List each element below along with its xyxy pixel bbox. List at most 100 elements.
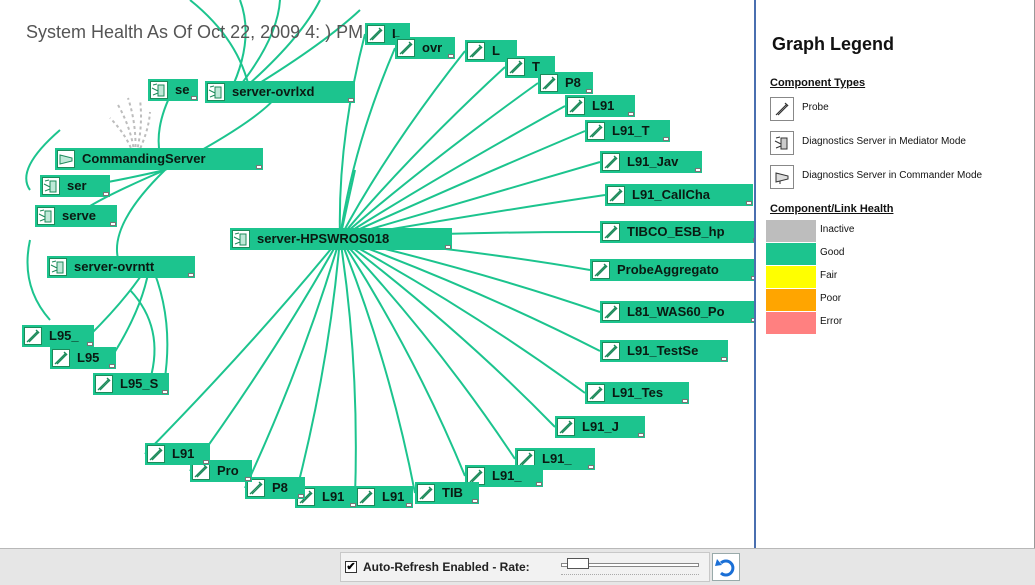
health-heading: Component/Link Health — [770, 203, 894, 215]
auto-refresh-checkbox[interactable]: ✔ — [345, 561, 357, 573]
graph-link — [338, 33, 366, 239]
collapse-toggle[interactable] — [191, 96, 197, 100]
graph-link — [234, 0, 281, 93]
graph-node-commander[interactable]: CommandingServer — [55, 148, 263, 170]
collapse-toggle[interactable] — [536, 482, 542, 486]
collapse-toggle[interactable] — [445, 245, 451, 249]
graph-node-label: server-ovrlxd — [232, 84, 315, 99]
graph-node-probe[interactable]: TIB — [415, 482, 479, 504]
health-label: Inactive — [820, 224, 855, 235]
probe-icon — [467, 42, 485, 60]
graph-node-probe[interactable]: L91_T — [585, 120, 670, 142]
collapse-toggle[interactable] — [472, 499, 478, 503]
graph-node-label: L91_J — [582, 419, 619, 434]
graph-node-label: serve — [62, 208, 96, 223]
collapse-toggle[interactable] — [628, 112, 634, 116]
collapse-toggle[interactable] — [586, 89, 592, 93]
auto-refresh-controls: ✔ Auto-Refresh Enabled - Rate: — [340, 552, 710, 582]
graph-node-probe[interactable]: TIBCO_ESB_hp — [600, 221, 754, 243]
health-swatch — [766, 312, 816, 334]
graph-node-probe[interactable]: ProbeAggregato — [590, 259, 754, 281]
graph-node-mediator[interactable]: se — [148, 79, 198, 101]
collapse-toggle[interactable] — [162, 390, 168, 394]
graph-node-probe[interactable]: L91_Jav — [600, 151, 702, 173]
graph-node-label: L91_ — [492, 468, 522, 483]
graph-node-label: L91_T — [612, 123, 650, 138]
collapse-toggle[interactable] — [350, 503, 356, 507]
topology-graph-panel[interactable]: System Health As Of Oct 22, 2009 4: ) PM… — [0, 0, 756, 548]
collapse-toggle[interactable] — [663, 137, 669, 141]
health-swatch — [766, 243, 816, 265]
collapse-toggle[interactable] — [103, 192, 109, 196]
graph-node-label: L — [492, 43, 500, 58]
probe-icon — [357, 488, 375, 506]
graph-node-label: L91 — [592, 98, 615, 113]
graph-node-mediator[interactable]: ser — [40, 175, 110, 197]
collapse-toggle[interactable] — [188, 273, 194, 277]
health-swatch — [766, 220, 816, 242]
collapse-toggle[interactable] — [721, 357, 727, 361]
graph-link — [339, 237, 556, 428]
graph-link — [116, 169, 166, 268]
graph-node-probe[interactable]: L91_TestSe — [600, 340, 728, 362]
graph-node-label: ovr — [422, 40, 443, 55]
graph-node-probe[interactable]: L91 — [145, 443, 210, 465]
graph-node-label: CommandingServer — [82, 151, 206, 166]
refresh-button[interactable] — [712, 553, 740, 581]
collapse-toggle[interactable] — [746, 201, 752, 205]
graph-node-probe[interactable]: L91_Tes — [585, 382, 689, 404]
probe-icon — [24, 327, 42, 345]
collapse-toggle[interactable] — [298, 494, 304, 498]
probe-icon — [540, 74, 558, 92]
graph-node-label: server-HPSWROS018 — [257, 231, 390, 246]
graph-node-label: server-ovrntt — [74, 259, 155, 274]
graph-node-probe[interactable]: P8 — [538, 72, 593, 94]
graph-node-probe[interactable]: L95_S — [93, 373, 169, 395]
graph-node-probe[interactable]: L81_WAS60_Po — [600, 301, 754, 323]
collapse-toggle[interactable] — [448, 54, 454, 58]
collapse-toggle[interactable] — [245, 477, 251, 481]
graph-node-probe[interactable]: L91_CallCha — [605, 184, 753, 206]
collapse-toggle[interactable] — [406, 503, 412, 507]
probe-icon — [602, 223, 620, 241]
graph-node-mediator[interactable]: serve — [35, 205, 117, 227]
graph-node-label: L91 — [322, 489, 345, 504]
slider-ticks — [561, 574, 699, 580]
graph-node-label: L91_Tes — [612, 385, 664, 400]
graph-node-label: Pro — [217, 463, 239, 478]
slider-thumb[interactable] — [567, 558, 589, 569]
collapse-toggle[interactable] — [588, 465, 594, 469]
graph-node-probe[interactable]: L91 — [355, 486, 413, 508]
legend-type-label: Probe — [802, 102, 829, 113]
graph-node-mediator[interactable]: server-HPSWROS018 — [230, 228, 452, 250]
graph-node-probe[interactable]: L95_ — [22, 325, 94, 347]
collapse-toggle[interactable] — [87, 342, 93, 346]
probe-icon — [397, 39, 415, 57]
collapse-toggle[interactable] — [109, 364, 115, 368]
refresh-rate-slider[interactable] — [559, 555, 701, 581]
collapse-toggle[interactable] — [110, 222, 116, 226]
mediator-server-icon — [42, 177, 60, 195]
health-label: Error — [820, 316, 843, 327]
graph-node-probe[interactable]: L91_J — [555, 416, 645, 438]
collapse-toggle[interactable] — [256, 165, 262, 169]
graph-node-mediator[interactable]: server-ovrlxd — [205, 81, 355, 103]
graph-link — [339, 237, 416, 494]
graph-node-probe[interactable]: L91 — [565, 95, 635, 117]
graph-node-probe[interactable]: L95 — [50, 347, 116, 369]
mediator-server-icon — [207, 83, 225, 101]
commander-server-icon — [57, 150, 75, 168]
collapse-toggle[interactable] — [682, 399, 688, 403]
graph-node-probe[interactable]: ovr — [395, 37, 455, 59]
graph-node-mediator[interactable]: server-ovrntt — [47, 256, 195, 278]
mediator-server-icon — [37, 207, 55, 225]
graph-node-probe[interactable]: P8 — [245, 477, 305, 499]
health-label: Fair — [820, 270, 838, 281]
mediator-server-icon — [150, 81, 168, 99]
collapse-toggle[interactable] — [638, 433, 644, 437]
legend-panel: Graph Legend Component Types Probe Diagn… — [756, 0, 1035, 548]
collapse-toggle[interactable] — [348, 98, 354, 102]
collapse-toggle[interactable] — [203, 460, 209, 464]
collapse-toggle[interactable] — [695, 168, 701, 172]
graph-link — [244, 237, 341, 489]
